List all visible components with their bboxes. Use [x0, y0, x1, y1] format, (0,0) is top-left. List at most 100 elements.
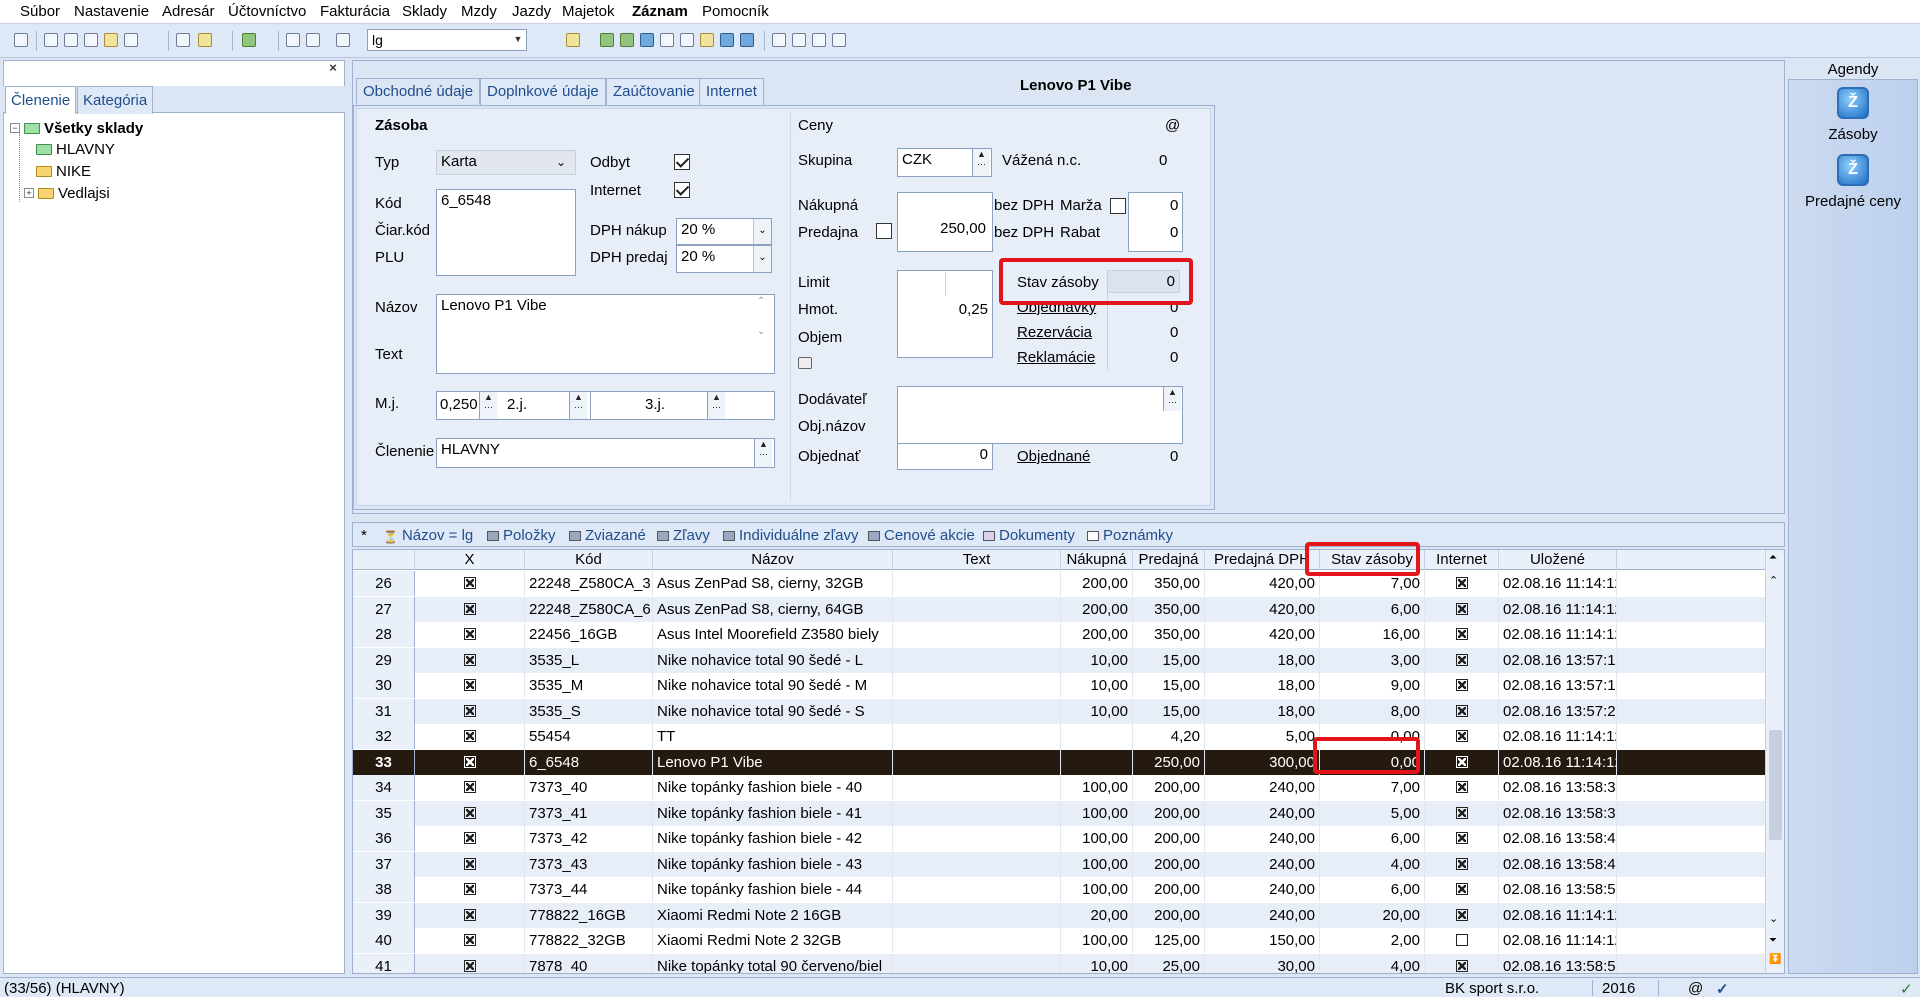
scroll-page-down-icon[interactable]: ⏷ — [1769, 935, 1777, 946]
filter-button[interactable]: ⏳ Názov = lg — [383, 527, 473, 544]
internet-checkbox[interactable] — [1455, 806, 1468, 819]
x-checkbox[interactable] — [463, 653, 476, 666]
kod-field[interactable]: 6_6548 — [436, 189, 576, 276]
save-as-icon[interactable] — [306, 33, 320, 47]
row-number[interactable]: 39 — [353, 902, 415, 928]
chevron-down-icon[interactable]: ⌄ — [753, 219, 771, 244]
internet-checkbox[interactable] — [1455, 704, 1468, 717]
mj-spinner-icon[interactable]: ▲ ⋯ — [479, 392, 497, 419]
table-row[interactable]: 36 7373_42 Nike topánky fashion biele - 42… — [353, 826, 1765, 851]
close-icon[interactable]: × — [326, 61, 340, 75]
row-number[interactable]: 35 — [353, 800, 415, 826]
menu-uctovnictvo[interactable]: Účtovníctvo — [228, 3, 306, 20]
rabat-value[interactable]: 0 — [1170, 224, 1178, 241]
table-row[interactable]: 32 55454 TT 4,20 5,00 0,00 02.08.16 11:14:12 — [353, 724, 1765, 749]
tree-root[interactable]: − Všetky sklady — [10, 118, 143, 138]
search-dropdown-icon[interactable]: ▼ — [512, 31, 524, 47]
hmot-field[interactable]: 0,25 — [928, 301, 988, 318]
predajna-checkbox[interactable] — [876, 223, 892, 239]
tree-item-nike[interactable]: NIKE — [36, 161, 91, 181]
menu-majetok[interactable]: Majetok — [562, 3, 615, 20]
measure-icon[interactable] — [798, 357, 812, 369]
row-number[interactable]: 30 — [353, 673, 415, 698]
chevron-down-icon[interactable]: ⌄ — [753, 246, 771, 272]
internet-checkbox[interactable] — [1455, 679, 1468, 691]
column-header-10[interactable]: Uložené — [1499, 550, 1617, 570]
table-icon[interactable] — [660, 33, 674, 47]
column-header-6[interactable]: Predajná — [1133, 550, 1205, 570]
table-row[interactable]: 35 7373_41 Nike topánky fashion biele - 41… — [353, 800, 1765, 826]
x-checkbox[interactable] — [463, 679, 476, 691]
save-icon[interactable] — [286, 33, 300, 47]
export-icon[interactable] — [104, 33, 118, 47]
table-row[interactable]: 39 778822_16GB Xiaomi Redmi Note 2 16GB 20,… — [353, 902, 1765, 928]
x-checkbox[interactable] — [463, 959, 476, 972]
at-icon[interactable]: @ — [1165, 117, 1180, 134]
predajna-field[interactable]: 250,00 — [897, 220, 990, 237]
clenenie-picker-icon[interactable]: ▲ ⋯ — [754, 439, 772, 467]
menu-mzdy[interactable]: Mzdy — [461, 3, 497, 20]
table-row[interactable]: 27 22248_Z580CA_6 Asus ZenPad S8, cierny, … — [353, 596, 1765, 622]
x-checkbox[interactable] — [463, 755, 476, 768]
column-header-9[interactable]: Internet — [1425, 550, 1499, 570]
internet-checkbox[interactable] — [1455, 857, 1468, 870]
x-checkbox[interactable] — [463, 857, 476, 870]
table-row[interactable]: 28 22456_16GB Asus Intel Moorefield Z3580 … — [353, 622, 1765, 647]
table-row[interactable]: 41 7878_40 Nike topánky total 90 červeno/b… — [353, 953, 1765, 973]
internet-checkbox[interactable] — [1455, 781, 1468, 793]
menu-adresar[interactable]: Adresár — [162, 3, 215, 20]
table-row[interactable]: 37 7373_43 Nike topánky fashion biele - 43… — [353, 851, 1765, 877]
rezervacia-link[interactable]: Rezervácia — [1017, 324, 1092, 341]
scroll-thumb[interactable] — [1769, 730, 1782, 840]
barcode-icon[interactable] — [720, 33, 734, 47]
internet-checkbox[interactable] — [1455, 908, 1468, 921]
row-number[interactable]: 41 — [353, 953, 415, 973]
menu-nastavenie[interactable]: Nastavenie — [74, 3, 149, 20]
row-number[interactable]: 33 — [353, 749, 415, 775]
edit-record-icon[interactable] — [198, 33, 212, 47]
row-number[interactable]: 34 — [353, 775, 415, 800]
column-header-3[interactable]: Názov — [653, 550, 893, 570]
x-checkbox[interactable] — [463, 832, 476, 844]
objednat-field[interactable]: 0 — [897, 443, 993, 470]
column-header-4[interactable]: Text — [893, 550, 1061, 570]
tab-internet[interactable]: Internet — [699, 78, 764, 105]
tab-obchodne-udaje[interactable]: Obchodné údaje — [356, 78, 481, 105]
x-checkbox[interactable] — [463, 704, 476, 717]
menu-fakturacia[interactable]: Fakturácia — [320, 3, 390, 20]
list-icon[interactable] — [680, 33, 694, 47]
nazov-field[interactable]: Lenovo P1 Vibe — [436, 294, 775, 374]
refresh-icon[interactable] — [620, 33, 634, 47]
web-icon[interactable] — [640, 33, 654, 47]
x-checkbox[interactable] — [463, 908, 476, 921]
table-row-selected[interactable]: 33 6_6548 Lenovo P1 Vibe 250,00 300,00 0,00 02… — [353, 749, 1765, 775]
tab-doplnkove-udaje[interactable]: Doplnkové údaje — [480, 78, 606, 105]
internet-checkbox[interactable] — [1455, 730, 1468, 742]
tab-zauctovanie[interactable]: Zaúčtovanie — [606, 78, 702, 105]
tab-cenove-akcie[interactable]: Cenové akcie — [868, 527, 975, 544]
x-checkbox[interactable] — [463, 806, 476, 819]
x-checkbox[interactable] — [463, 883, 476, 895]
search-input[interactable]: lg — [367, 29, 527, 51]
layout-icon[interactable] — [792, 33, 806, 47]
back-arrow-icon[interactable] — [242, 33, 256, 47]
scroll-up-icon[interactable]: ⌃ — [1769, 574, 1778, 587]
column-header-1[interactable]: X — [415, 550, 525, 570]
x-checkbox[interactable] — [463, 602, 476, 615]
x-checkbox[interactable] — [463, 934, 476, 946]
scroll-up-icon[interactable]: ⌃ — [757, 296, 765, 307]
tab-zviazane[interactable]: Zviazané — [569, 527, 646, 544]
find-icon[interactable] — [84, 33, 98, 47]
row-number[interactable]: 28 — [353, 622, 415, 647]
internet-checkbox[interactable] — [1455, 959, 1468, 972]
expand-icon[interactable]: + — [24, 188, 34, 198]
table-row[interactable]: 40 778822_32GB Xiaomi Redmi Note 2 32GB 100… — [353, 928, 1765, 953]
table-row[interactable]: 34 7373_40 Nike topánky fashion biele - 40… — [353, 775, 1765, 800]
internet-checkbox[interactable] — [1455, 934, 1468, 946]
row-number[interactable]: 29 — [353, 647, 415, 673]
marza-checkbox[interactable] — [1110, 198, 1126, 214]
scroll-down-icon[interactable]: ⌄ — [757, 326, 765, 337]
chevron-down-icon[interactable]: ⌄ — [556, 155, 566, 169]
j3-spinner-icon[interactable]: ▲ ⋯ — [707, 392, 725, 419]
tab-kategoria[interactable]: Kategória — [77, 86, 154, 114]
